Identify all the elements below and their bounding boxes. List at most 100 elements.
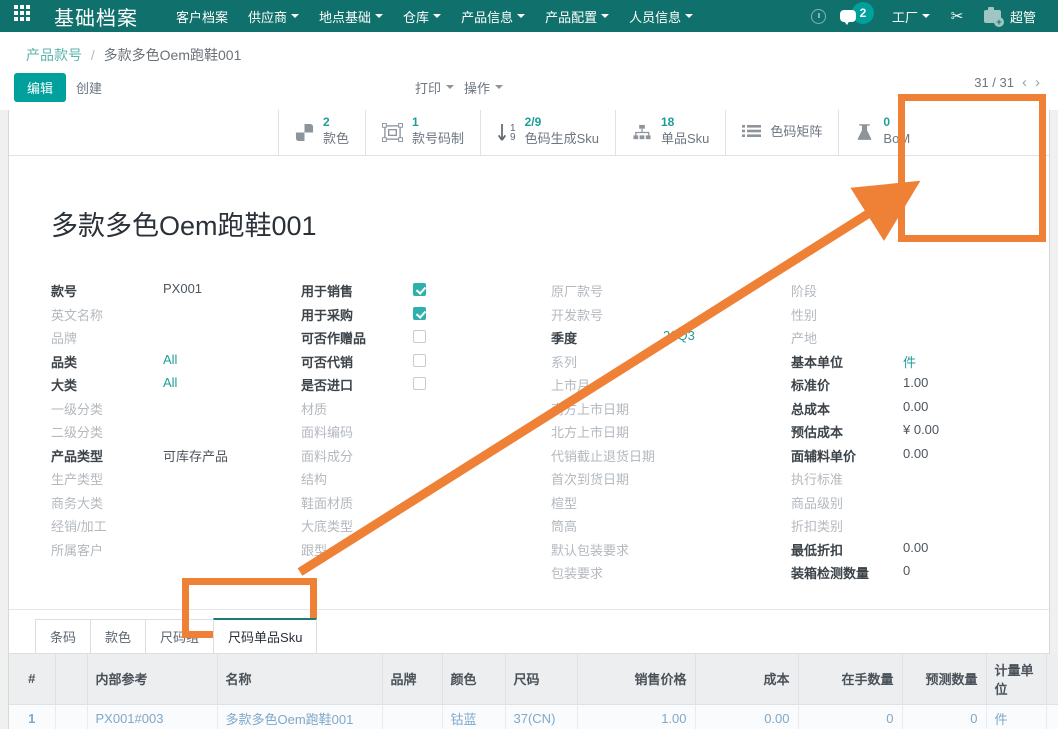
breadcrumb-separator: / [90,47,95,63]
stat-value-single-sku: 18 [661,115,675,130]
nav-menu-product-info[interactable]: 产品信息 [451,7,535,26]
col-header-sale-price[interactable]: 销售价格 [577,653,696,705]
col-header-brand[interactable]: 品牌 [382,653,443,705]
field-label: 楦型 [551,495,578,511]
stat-button-size-system[interactable]: 1 款号码制 [366,110,482,155]
field-label: 二级分类 [51,425,104,441]
col-header-index[interactable]: # [9,653,56,705]
pager-next-icon[interactable]: › [1035,74,1040,91]
chevron-down-icon [375,14,384,18]
chevron-down-icon [685,14,694,18]
stat-value-color: 2 [323,115,330,130]
field-value[interactable]: PX001 [163,281,202,296]
apps-grid-icon[interactable] [14,5,36,27]
field-row: 筒高 [551,516,791,540]
nav-menu-customer[interactable]: 客户档案 [166,7,238,26]
nav-company-selector[interactable]: 工厂 [882,7,940,26]
field-label: 经销/加工 [51,519,107,535]
field-row: 总成本 0.00 [791,399,1041,423]
field-row: 生产类型 [51,469,301,493]
field-value[interactable]: 0 [903,563,910,578]
field-label: 可否作赠品 [301,331,367,347]
checkbox-for-sale[interactable] [413,283,426,297]
checkbox-imported[interactable] [413,377,426,391]
create-button[interactable]: 创建 [66,73,112,102]
field-value[interactable]: 0.00 [903,399,928,414]
stat-sub-bottom: 9 [510,131,516,143]
user-menu[interactable]: 超管 [974,6,1046,27]
col-header-internal-ref[interactable]: 内部参考 [87,653,218,705]
field-value[interactable]: 件 [903,352,916,371]
nav-menu-product-config[interactable]: 产品配置 [535,7,619,26]
field-label: 南方上市日期 [551,401,630,417]
tab-style-color[interactable]: 款色 [90,618,147,653]
nav-menu-location[interactable]: 地点基础 [309,7,393,26]
action-menu[interactable]: 操作 [464,78,504,97]
field-value[interactable]: 0.00 [903,446,928,461]
field-value[interactable]: 0.00 [903,540,928,555]
field-value[interactable]: 1.00 [903,375,928,390]
field-row: 大类 All [51,375,301,399]
field-value[interactable]: 20Q3 [663,328,695,343]
stat-button-bom[interactable]: 0 BoM [839,110,926,155]
notebook: 条码 款色 尺码组 尺码单品Sku [9,608,1049,653]
field-value[interactable]: 可库存产品 [163,446,228,465]
col-header-forecast[interactable]: 预测数量 [902,653,987,705]
stat-label-color: 款色 [323,131,350,147]
breadcrumb-parent[interactable]: 产品款号 [26,47,82,63]
field-row: 折扣类别 [791,516,1041,540]
field-value[interactable]: All [163,375,177,390]
field-row: 北方上市日期 [551,422,791,446]
stat-button-color-matrix[interactable]: 色码矩阵 [726,110,840,155]
cell-cost: 0.00 [695,704,799,729]
nav-menu-personnel-label: 人员信息 [629,9,682,25]
col-header-cost[interactable]: 成本 [695,653,799,705]
field-row: 面辅料单价 0.00 [791,446,1041,470]
checkbox-consignment[interactable] [413,353,426,367]
cell-forecast: 0 [902,704,987,729]
col-header-size[interactable]: 尺码 [505,653,578,705]
checkbox-can-be-gift[interactable] [413,330,426,344]
nav-menu-warehouse[interactable]: 仓库 [393,7,451,26]
field-row: 款号 PX001 [51,281,301,305]
edit-button[interactable]: 编辑 [14,72,67,102]
field-row: 执行标准 [791,469,1041,493]
stat-button-generate-sku[interactable]: 1 9 2/9 色码生成Sku [481,110,616,155]
cell-sale-price: 1.00 [577,704,696,729]
form-fields: 款号 PX001 英文名称 品牌 品类 All 大类 All 一级分类 二级分类 产品… [9,281,1049,605]
field-value[interactable]: ¥ 0.00 [903,422,939,437]
stat-button-color[interactable]: 2 款色 [279,110,367,155]
field-row: 材质 [301,399,551,423]
scissors-icon[interactable]: ✂ [942,0,972,32]
field-row: 经销/加工 [51,516,301,540]
print-menu[interactable]: 打印 [415,78,455,97]
pager-prev-icon[interactable]: ‹ [1022,74,1027,91]
chevron-down-icon [291,14,300,18]
tab-barcode[interactable]: 条码 [35,618,92,653]
tab-size-group[interactable]: 尺码组 [145,618,215,653]
column-options-icon[interactable]: ⋮ [1046,653,1058,705]
field-label: 品类 [51,354,78,370]
col-header-onhand[interactable]: 在手数量 [798,653,903,705]
cell-onhand: 0 [798,704,903,729]
field-row: 季度 20Q3 [551,328,791,352]
messages-button[interactable]: 2 [836,2,880,30]
field-value[interactable]: All [163,352,177,367]
checkbox-for-purchase[interactable] [413,306,426,320]
stat-button-single-sku[interactable]: 18 单品Sku [616,110,727,155]
col-header-color[interactable]: 颜色 [442,653,506,705]
field-row: 大底类型 [301,516,551,540]
field-row: 开发款号 [551,305,791,329]
tab-size-sku[interactable]: 尺码单品Sku [213,617,318,653]
col-header-uom[interactable]: 计量单位 [986,653,1047,705]
nav-menu-supplier[interactable]: 供应商 [238,7,309,26]
table-header-row: # 内部参考 名称 品牌 颜色 尺码 销售价格 成本 在手数量 预测数量 计量单… [9,653,1058,705]
field-row: 产地 [791,328,1041,352]
table-row[interactable]: 1 PX001#003 多款多色Oem跑鞋001 钴蓝 37(CN) 1.00 … [9,704,1058,729]
field-row: 面料编码 [301,422,551,446]
nav-menu-location-label: 地点基础 [319,9,372,25]
cell-options [1046,704,1058,729]
col-header-name[interactable]: 名称 [217,653,383,705]
clock-icon[interactable] [804,0,834,32]
nav-menu-personnel[interactable]: 人员信息 [619,7,703,26]
